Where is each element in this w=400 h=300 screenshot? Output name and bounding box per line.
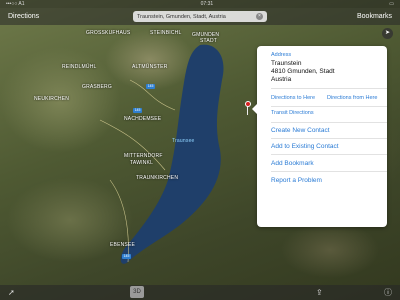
compass-icon[interactable]: ➤	[382, 28, 393, 39]
map-label: TRAUNKIRCHEN	[136, 175, 179, 181]
info-icon[interactable]: ⓘ	[384, 287, 392, 298]
address-line-city: 4810 Gmunden, Stadt	[271, 68, 335, 75]
report-problem-button[interactable]: Report a Problem	[271, 177, 322, 184]
map-label: TAWINKL	[130, 160, 154, 166]
search-value: Traunstein, Gmunden, Stadt, Austria	[137, 13, 226, 20]
divider	[271, 106, 387, 107]
battery-icon: ▭	[389, 1, 394, 7]
map-label: STEINBICHL	[150, 30, 182, 36]
road-badge: 145	[133, 108, 142, 113]
address-line-country: Austria	[271, 76, 292, 83]
map-label: NEUKIRCHEN	[34, 96, 70, 102]
popover-arrow	[252, 104, 257, 114]
bookmarks-button[interactable]: Bookmarks	[357, 13, 392, 20]
clear-icon[interactable]: ×	[256, 13, 263, 20]
clock: 07:31	[200, 1, 214, 7]
map-label: MITTERNDORF	[124, 153, 163, 159]
dropped-pin[interactable]	[245, 101, 251, 107]
map-label: GRASBERG	[82, 84, 112, 90]
map-label: STADT	[200, 38, 218, 44]
share-icon[interactable]: ⇪	[316, 288, 323, 297]
road-badge: 145	[146, 84, 155, 89]
bottom-toolbar: ➚ ⇪ ⓘ	[0, 285, 400, 300]
directions-button[interactable]: Directions	[8, 13, 39, 20]
transit-directions-button[interactable]: Transit Directions	[271, 110, 314, 116]
divider	[271, 154, 387, 155]
address-line-name: Traunstein	[271, 60, 302, 67]
add-to-existing-contact-button[interactable]: Add to Existing Contact	[271, 143, 339, 150]
divider	[271, 88, 387, 89]
divider	[271, 138, 387, 139]
lake-label: Traunsee	[172, 138, 195, 144]
map-label: REINDLMÜHL	[62, 64, 97, 70]
location-arrow-icon[interactable]: ➚	[8, 288, 15, 297]
add-bookmark-button[interactable]: Add Bookmark	[271, 160, 314, 167]
create-new-contact-button[interactable]: Create New Contact	[271, 127, 330, 134]
map-label: ALTMÜNSTER	[132, 64, 168, 70]
divider	[271, 122, 387, 123]
map-label: NACHDEMSEE	[124, 116, 162, 122]
map-label: EBENSEE	[110, 242, 136, 248]
divider	[271, 171, 387, 172]
map-label: GROSSKUFHAUS	[86, 30, 131, 36]
pin-stick	[247, 106, 248, 115]
directions-to-here-button[interactable]: Directions to Here	[271, 95, 315, 101]
carrier-signal: •••○○ A1	[6, 1, 25, 7]
address-label: Address	[271, 52, 292, 58]
search-input[interactable]: Traunstein, Gmunden, Stadt, Austria ×	[133, 11, 267, 22]
road-badge: 145	[122, 254, 131, 259]
location-popover: Address Traunstein 4810 Gmunden, Stadt A…	[252, 46, 387, 227]
status-bar: •••○○ A1 07:31 ▭	[0, 0, 400, 8]
directions-from-here-button[interactable]: Directions from Here	[327, 95, 377, 101]
3d-toggle-button[interactable]: 3D	[130, 286, 144, 298]
